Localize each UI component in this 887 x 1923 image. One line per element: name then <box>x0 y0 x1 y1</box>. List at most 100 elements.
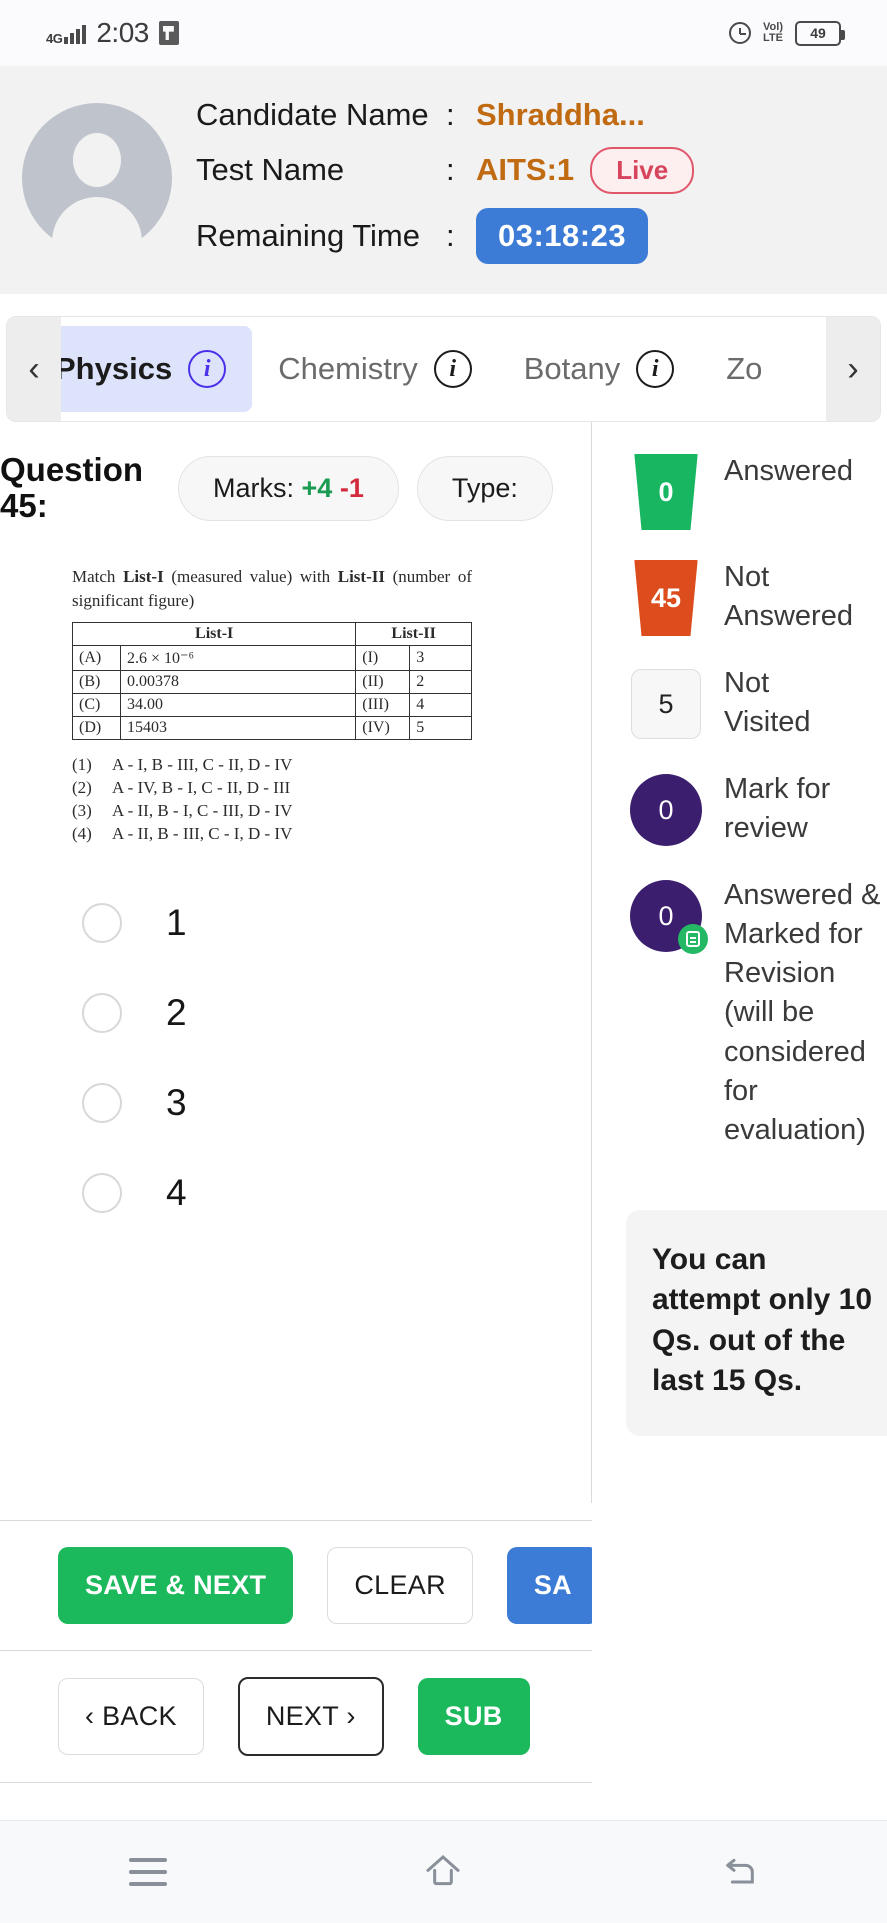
test-name-value: AITS:1 <box>476 152 575 187</box>
stem-text-2: (measured value) with <box>163 566 338 586</box>
radio-button-2[interactable] <box>82 992 122 1033</box>
tabs-scroll-left-icon[interactable]: ‹ <box>7 317 61 421</box>
legend-item-mark-for-review: 0 Mark for review <box>630 770 887 850</box>
tab-botany[interactable]: Botany i <box>498 326 701 412</box>
stem-text-1: Match <box>72 566 124 586</box>
android-status-bar: 4G 2:03 Vol) LTE 49 <box>0 0 887 66</box>
info-icon[interactable]: i <box>433 350 472 388</box>
match-options-list: (1) A - I, B - III, C - II, D - IV (2) A… <box>72 754 591 846</box>
choice-label-1: 1 <box>166 901 187 943</box>
test-name-row: Test Name : AITS:1 Live <box>196 146 863 194</box>
tab-botany-label: Botany <box>523 351 621 386</box>
exam-body: Question 45: Marks: +4 -1 Type: Match Li… <box>0 422 887 1503</box>
option-number-1: (1) <box>72 754 92 774</box>
status-legend-pane: 0 Answered 45 Not Answered 5 Not Visited <box>592 422 887 1503</box>
tab-physics[interactable]: Physics i <box>29 326 253 412</box>
submit-button[interactable]: SUB <box>417 1678 530 1755</box>
tabs-scroll-right-icon[interactable]: › <box>826 317 880 421</box>
back-icon[interactable] <box>711 1844 767 1900</box>
remaining-time-label: Remaining Time <box>196 217 420 253</box>
radio-button-4[interactable] <box>82 1172 122 1213</box>
row-value-iii: 4 <box>409 692 472 717</box>
option-text-4: A - II, B - III, C - I, D - IV <box>112 823 293 843</box>
option-number-3: (3) <box>72 800 92 820</box>
match-table: List-I List-II (A) 2.6 × 10⁻⁶ (I) 3 (B) … <box>71 621 472 740</box>
stem-bold-list1: List-I <box>123 566 164 586</box>
marks-badge: Marks: +4 -1 <box>178 455 399 521</box>
save-and-next-button[interactable]: SAVE & NEXT <box>58 1547 294 1624</box>
choice-option-2[interactable]: 2 <box>82 992 591 1034</box>
choice-label-3: 3 <box>166 1081 187 1123</box>
list-item: (3) A - II, B - I, C - III, D - IV <box>72 800 591 823</box>
avatar <box>22 103 172 259</box>
document-badge-icon <box>678 924 708 954</box>
attempt-note: You can attempt only 10 Qs. out of the l… <box>626 1209 887 1436</box>
colon-1: : <box>446 96 455 132</box>
candidate-name-value: Shraddha... <box>476 96 645 132</box>
table-row: (C) 34.00 (III) 4 <box>72 692 472 717</box>
list-item: (1) A - I, B - III, C - II, D - IV <box>72 754 591 777</box>
row-key-iii: (III) <box>355 692 411 717</box>
option-text-3: A - II, B - I, C - III, D - IV <box>112 800 293 820</box>
mark-review-shape-icon: 0 <box>630 770 702 850</box>
candidate-info: Candidate Name : Shraddha... Test Name :… <box>196 93 863 264</box>
back-button[interactable]: ‹ BACK <box>58 1678 204 1755</box>
answered-marked-label: Answered & Marked for Revision (will be … <box>724 879 881 1146</box>
info-icon[interactable]: i <box>636 350 675 388</box>
question-status-legend: 0 Answered 45 Not Answered 5 Not Visited <box>592 422 887 1150</box>
type-label: Type: <box>451 472 518 503</box>
alarm-icon <box>729 22 752 44</box>
type-badge: Type: <box>416 455 553 521</box>
candidate-name-row: Candidate Name : Shraddha... <box>196 97 863 133</box>
radio-button-3[interactable] <box>82 1082 122 1123</box>
not-answered-label: Not Answered <box>724 561 853 633</box>
clear-button[interactable]: CLEAR <box>327 1547 473 1624</box>
signal-bars-icon <box>64 22 87 44</box>
list-item: (2) A - IV, B - I, C - II, D - III <box>72 777 591 800</box>
app-notification-icon <box>158 21 179 45</box>
row-key-d: (D) <box>72 715 121 740</box>
battery-icon: 49 <box>795 20 845 46</box>
mark-review-label: Mark for review <box>724 773 831 845</box>
radio-button-1[interactable] <box>82 902 122 943</box>
option-text-1: A - I, B - III, C - II, D - IV <box>112 754 293 774</box>
choice-label-4: 4 <box>166 1171 187 1213</box>
table-header-row: List-I List-II <box>71 621 472 646</box>
row-value-i: 3 <box>409 644 472 671</box>
tab-chemistry[interactable]: Chemistry i <box>252 326 498 412</box>
not-answered-shape-icon: 45 <box>630 558 702 638</box>
row-key-iv: (IV) <box>355 715 411 740</box>
not-visited-count: 5 <box>631 669 701 739</box>
not-visited-shape-icon: 5 <box>630 664 702 744</box>
subject-tabs-section: ‹ Physics i Chemistry i Botany i Zo › <box>0 294 887 422</box>
answered-marked-count: 0 <box>658 900 674 931</box>
tab-physics-label: Physics <box>55 351 173 386</box>
home-icon[interactable] <box>415 1844 471 1900</box>
row-value-ii: 2 <box>409 669 472 694</box>
answer-choices: 1 2 3 4 <box>0 846 591 1214</box>
row-value-c: 34.00 <box>119 692 357 717</box>
answered-shape-icon: 0 <box>630 452 702 532</box>
exam-app-screen: 4G 2:03 Vol) LTE 49 Candidate Name : Shra… <box>0 0 887 1923</box>
live-status-badge: Live <box>590 146 695 194</box>
row-key-ii: (II) <box>355 669 411 694</box>
test-name-label: Test Name <box>196 152 345 187</box>
table-header-list1: List-I <box>71 621 357 646</box>
next-button[interactable]: NEXT › <box>237 1677 384 1756</box>
tab-chemistry-label: Chemistry <box>278 351 418 386</box>
row-value-iv: 5 <box>409 715 472 740</box>
battery-level-label: 49 <box>810 25 826 41</box>
choice-option-1[interactable]: 1 <box>82 902 591 944</box>
row-value-d: 15403 <box>119 715 357 740</box>
recents-icon[interactable] <box>120 1844 176 1900</box>
save-and-mark-button[interactable]: SA <box>506 1547 592 1624</box>
table-row: (B) 0.00378 (II) 2 <box>72 669 472 694</box>
status-bar-left: 4G 2:03 <box>46 17 179 49</box>
choice-option-3[interactable]: 3 <box>82 1082 591 1124</box>
question-content-image: Match List-I (measured value) with List-… <box>0 525 591 846</box>
choice-option-4[interactable]: 4 <box>82 1172 591 1214</box>
info-icon[interactable]: i <box>188 350 227 388</box>
network-4g-icon: 4G <box>46 22 87 45</box>
row-key-i: (I) <box>355 644 411 671</box>
tab-zoology[interactable]: Zo <box>700 326 788 412</box>
